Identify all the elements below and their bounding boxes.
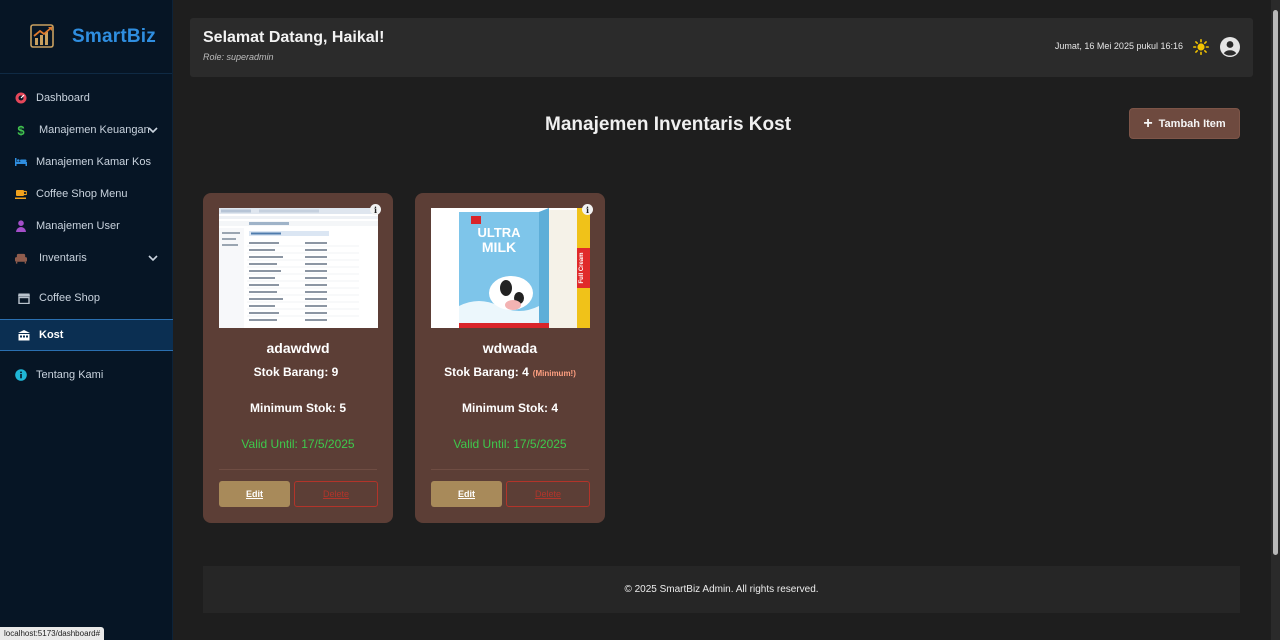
item-name: wdwada: [482, 340, 538, 356]
inventory-card: i adawdwd Stok Barang: 9 Minimum Stok: 5…: [203, 193, 393, 523]
sun-icon[interactable]: [1193, 39, 1209, 55]
brand[interactable]: SmartBiz: [0, 0, 172, 74]
dashboard-gauge-icon: [15, 92, 27, 104]
stock-text: Stok Barang: 4: [444, 365, 529, 379]
couch-icon: [15, 252, 27, 264]
delete-button[interactable]: Delete: [506, 481, 590, 507]
svg-text:MILK: MILK: [482, 239, 516, 255]
item-stock: Stok Barang: 9: [203, 365, 393, 379]
sidebar-item-manajemen-kamar-kos[interactable]: Manajemen Kamar Kos: [0, 147, 173, 177]
sidebar-item-manajemen-keuangan[interactable]: $ Manajemen Keuangan: [0, 115, 173, 145]
sidebar-item-tentang-kami[interactable]: Tentang Kami: [0, 360, 173, 390]
sidebar-item-label: Kost: [39, 329, 64, 341]
sidebar-item-label: Coffee Shop: [39, 292, 100, 304]
sidebar-item-manajemen-user[interactable]: Manajemen User: [0, 211, 173, 241]
item-name: adawdwd: [266, 340, 330, 356]
sidebar-item-kost[interactable]: Kost: [0, 319, 173, 351]
user-icon: [15, 220, 27, 232]
item-valid-until: Valid Until: 17/5/2025: [453, 437, 567, 451]
brand-name: SmartBiz: [72, 25, 156, 47]
sidebar-item-label: Manajemen Kamar Kos: [36, 156, 151, 168]
sidebar-item-label: Inventaris: [39, 252, 87, 264]
dollar-icon: $: [17, 122, 25, 138]
card-divider: [431, 469, 589, 470]
scrollbar-thumb[interactable]: [1273, 10, 1278, 555]
sidebar-item-coffee-shop-menu[interactable]: Coffee Shop Menu: [0, 179, 173, 209]
svg-text:ULTRA: ULTRA: [477, 225, 521, 240]
footer: © 2025 SmartBiz Admin. All rights reserv…: [203, 566, 1240, 613]
sidebar-item-label: Coffee Shop Menu: [36, 188, 128, 200]
sidebar-item-label: Manajemen User: [36, 220, 120, 232]
current-datetime: Jumat, 16 Mei 2025 pukul 16:16: [1054, 41, 1183, 51]
welcome-message: Selamat Datang, Haikal!: [203, 29, 385, 46]
delete-button[interactable]: Delete: [294, 481, 378, 507]
browser-status-url: localhost:5173/dashboard#: [0, 627, 105, 640]
page-scrollbar[interactable]: [1271, 0, 1280, 640]
inventory-card: Full Cream ULTRA MILK i wdwada Stok Bara…: [415, 193, 605, 523]
plus-icon: +: [1143, 114, 1153, 132]
card-divider: [219, 469, 377, 470]
info-icon: [15, 369, 27, 381]
add-item-button[interactable]: + Tambah Item: [1129, 108, 1240, 139]
chart-logo-icon: [30, 23, 54, 48]
chevron-down-icon[interactable]: [147, 252, 159, 264]
sidebar-item-label: Dashboard: [36, 92, 90, 104]
stock-text: Stok Barang: 9: [253, 365, 339, 379]
item-valid-until: Valid Until: 17/5/2025: [241, 437, 355, 451]
info-icon[interactable]: i: [582, 204, 593, 215]
sidebar-item-inventaris[interactable]: Inventaris: [0, 243, 173, 273]
item-stock: Stok Barang: 4 (Minimum!): [415, 365, 605, 379]
item-minimum-stock: Minimum Stok: 5: [249, 401, 346, 415]
building-icon: [18, 329, 30, 341]
add-item-label: Tambah Item: [1158, 117, 1226, 130]
item-image-milk-carton: Full Cream ULTRA MILK: [431, 208, 590, 328]
user-avatar-icon[interactable]: [1220, 37, 1240, 57]
user-role: Role: superadmin: [203, 52, 274, 62]
chevron-down-icon[interactable]: [147, 124, 159, 136]
coffee-icon: [15, 188, 27, 200]
svg-text:Full Cream: Full Cream: [579, 252, 585, 283]
stock-warning: (Minimum!): [532, 369, 576, 378]
sidebar-item-coffee-shop[interactable]: Coffee Shop: [0, 283, 173, 313]
info-icon[interactable]: i: [370, 204, 381, 215]
top-header: Selamat Datang, Haikal! Role: superadmin…: [190, 18, 1253, 77]
sidebar-item-dashboard[interactable]: Dashboard: [0, 83, 173, 113]
sidebar: SmartBiz Dashboard $ Manajemen Keuangan …: [0, 0, 173, 640]
edit-button[interactable]: Edit: [431, 481, 502, 507]
store-icon: [18, 292, 30, 304]
item-image-screenshot: [219, 208, 378, 328]
item-minimum-stock: Minimum Stok: 4: [461, 401, 558, 415]
edit-button[interactable]: Edit: [219, 481, 290, 507]
bed-icon: [15, 156, 27, 168]
sidebar-item-label: Manajemen Keuangan: [39, 124, 150, 136]
footer-copyright: © 2025 SmartBiz Admin. All rights reserv…: [624, 584, 819, 595]
sidebar-item-label: Tentang Kami: [36, 369, 104, 381]
page-title: Manajemen Inventaris Kost: [545, 114, 792, 135]
